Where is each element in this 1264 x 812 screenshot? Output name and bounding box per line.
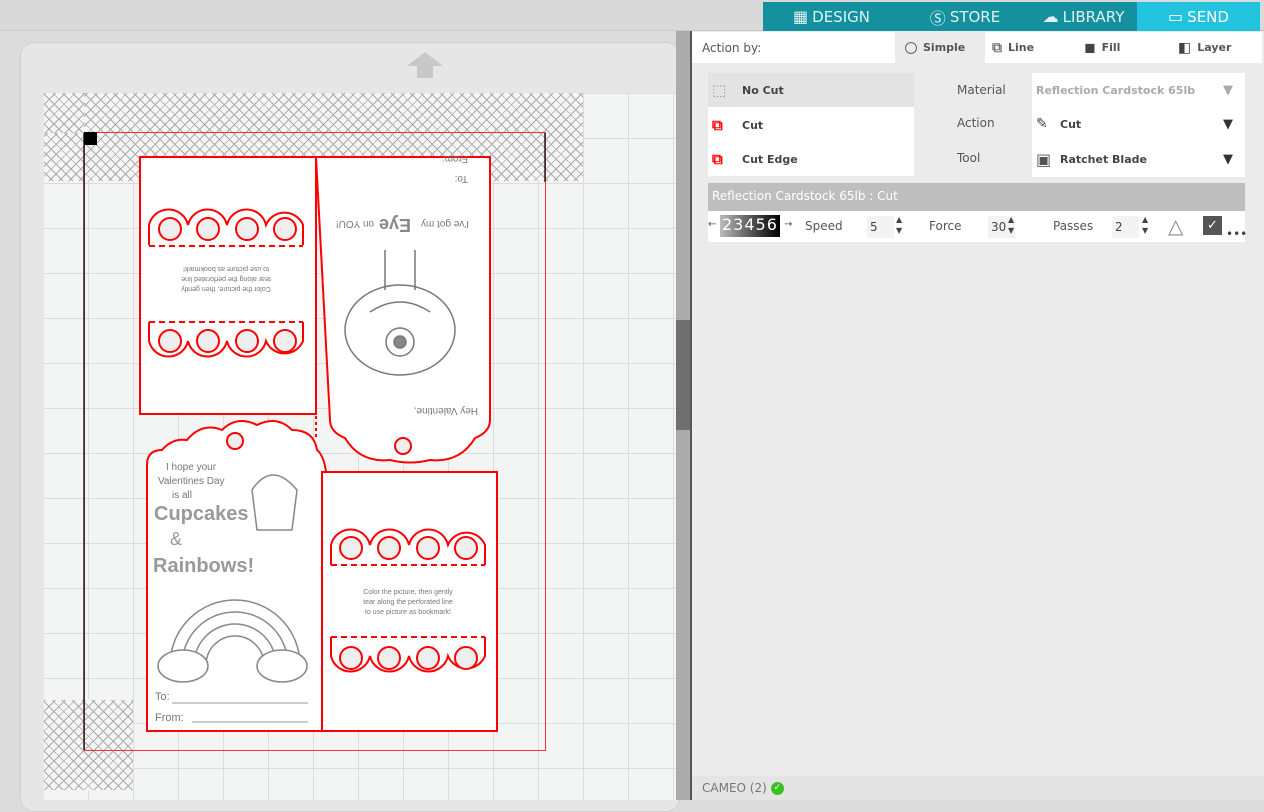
passes-input[interactable]: 2	[1112, 216, 1139, 238]
speed-label: Speed	[805, 219, 843, 233]
scrollbar-thumb[interactable]	[676, 320, 690, 430]
tab-fill[interactable]: ◼ Fill	[1084, 32, 1120, 63]
option-cut[interactable]: ⧉ Cut	[708, 108, 914, 142]
from-label: From:	[155, 712, 184, 724]
layer-icon: ◧	[1178, 39, 1192, 56]
passes-label: Passes	[1053, 219, 1094, 233]
tab-label: Layer	[1197, 41, 1232, 54]
from-label: From:	[442, 153, 468, 164]
card-text: tear along the perforated line	[363, 599, 453, 606]
settings-selects: Reflection Cardstock 65lb ▼ ✎ Cut ▼ ▣ Ratche…	[1032, 73, 1245, 177]
to-label: To:	[455, 173, 468, 184]
fill-icon: ◼	[1084, 39, 1096, 56]
card-text: Rainbows!	[153, 555, 254, 577]
tab-library[interactable]: ☁ LIBRARY	[1030, 2, 1137, 31]
material-header-bar: Reflection Cardstock 65lb : Cut	[708, 183, 1245, 211]
card-text: Color the picture, then gently	[363, 589, 453, 596]
blade-depth-strip[interactable]: 23456	[720, 215, 780, 237]
option-no-cut[interactable]: ⬚ No Cut	[708, 73, 914, 107]
design-canvas[interactable]: Color the picture, then gently tear alon…	[0, 0, 676, 800]
grid-icon: ▦	[793, 7, 809, 26]
status-bar: CAMEO (2) ✓	[692, 776, 1264, 800]
connected-check-icon: ✓	[770, 781, 784, 795]
card-text: Cupcakes	[154, 503, 249, 525]
line-icon: ⧉	[992, 39, 1002, 56]
tab-label: SEND	[1187, 7, 1229, 26]
option-cut-edge[interactable]: ⧉ Cut Edge	[708, 142, 914, 176]
cut-edge-icon: ⧉	[712, 150, 723, 168]
tab-label: Fill	[1101, 41, 1121, 54]
tab-label: STORE	[949, 7, 1001, 26]
card-text: to use picture as bookmark!	[365, 609, 451, 616]
cloud-download-icon: ☁	[1042, 7, 1059, 26]
speed-stepper[interactable]: ▲ ▼	[896, 214, 902, 236]
card-text: Hey Valentine,	[414, 405, 478, 416]
material-value: Reflection Cardstock 65lb	[1036, 83, 1196, 97]
card-text: on YOU!	[336, 218, 374, 229]
force-stepper[interactable]: ▲ ▼	[1008, 214, 1014, 236]
action-value: Cut	[1060, 117, 1082, 131]
tab-label: LIBRARY	[1062, 7, 1125, 26]
arrow-right-icon[interactable]: →	[784, 219, 792, 230]
card-text: I've got my	[421, 218, 469, 229]
tab-label: DESIGN	[812, 7, 870, 26]
track-enhancing-icon[interactable]: △	[1168, 214, 1183, 238]
tab-label: Simple	[923, 41, 966, 54]
silhouette-s-icon: Ⓢ	[929, 8, 946, 28]
card-text: Valentines Day	[158, 476, 225, 487]
tool-select[interactable]: ▣ Ratchet Blade ▼	[1032, 142, 1245, 176]
tool-value: Ratchet Blade	[1060, 152, 1147, 166]
cut-icon: ⧉	[712, 116, 723, 134]
tab-line[interactable]: ⧉ Line	[992, 32, 1034, 63]
material-label: Material	[957, 83, 1006, 97]
checkbox-checked[interactable]: ✓	[1203, 216, 1222, 235]
action-by-row: Action by: Simple ⧉ Line ◼ Fill ◧ Layer	[692, 32, 1262, 63]
card-text: Eye	[379, 215, 411, 235]
tab-label: Line	[1008, 41, 1035, 54]
tool-label: Tool	[957, 151, 981, 165]
no-cut-icon: ⬚	[712, 81, 727, 99]
card-text: is all	[172, 490, 192, 501]
cut-options-list: ⬚ No Cut ⧉ Cut ⧉ Cut Edge	[708, 73, 914, 176]
more-icon[interactable]: •••	[1226, 227, 1247, 241]
action-select[interactable]: ✎ Cut ▼	[1032, 107, 1245, 141]
ratchet-blade-icon: ▣	[1036, 149, 1052, 169]
dropdown-arrow-icon: ▼	[1223, 151, 1233, 167]
passes-stepper[interactable]: ▲ ▼	[1142, 214, 1148, 236]
registration-mark	[84, 132, 97, 145]
speed-input[interactable]: 5	[867, 216, 894, 238]
material-select[interactable]: Reflection Cardstock 65lb ▼	[1032, 73, 1245, 107]
tab-layer[interactable]: ◧ Layer	[1178, 32, 1231, 63]
plotter-icon: ▭	[1168, 7, 1184, 26]
card-text: to use picture as bookmark!	[183, 265, 269, 272]
option-label: No Cut	[742, 83, 784, 97]
device-name[interactable]: CAMEO (2)	[702, 781, 767, 795]
radio-icon	[905, 41, 917, 54]
tab-store[interactable]: Ⓢ STORE	[900, 2, 1030, 31]
to-label: To:	[155, 691, 170, 703]
blade-icon: ✎	[1036, 116, 1048, 132]
dropdown-arrow-icon: ▼	[1223, 116, 1233, 132]
arrow-left-icon[interactable]: ←	[708, 219, 716, 230]
option-label: Cut Edge	[742, 152, 798, 166]
card-text: tear along the perforated line	[181, 275, 271, 282]
card-text: I hope your	[166, 462, 217, 473]
action-by-label: Action by:	[702, 40, 762, 55]
force-label: Force	[929, 219, 962, 233]
cut-parameters-row: ← 23456 → Speed 5 ▲ ▼ Force 30 ▲ ▼ Passes …	[708, 211, 1247, 242]
action-label: Action	[957, 116, 995, 130]
card-text: Color the picture, then gently	[181, 285, 271, 292]
tab-send[interactable]: ▭ SEND	[1137, 2, 1260, 31]
card-text: &	[170, 529, 182, 549]
tab-design[interactable]: ▦ DESIGN	[763, 2, 900, 31]
option-label: Cut	[742, 118, 764, 132]
tab-simple[interactable]: Simple	[895, 32, 985, 63]
dropdown-arrow-icon: ▼	[1223, 82, 1233, 98]
